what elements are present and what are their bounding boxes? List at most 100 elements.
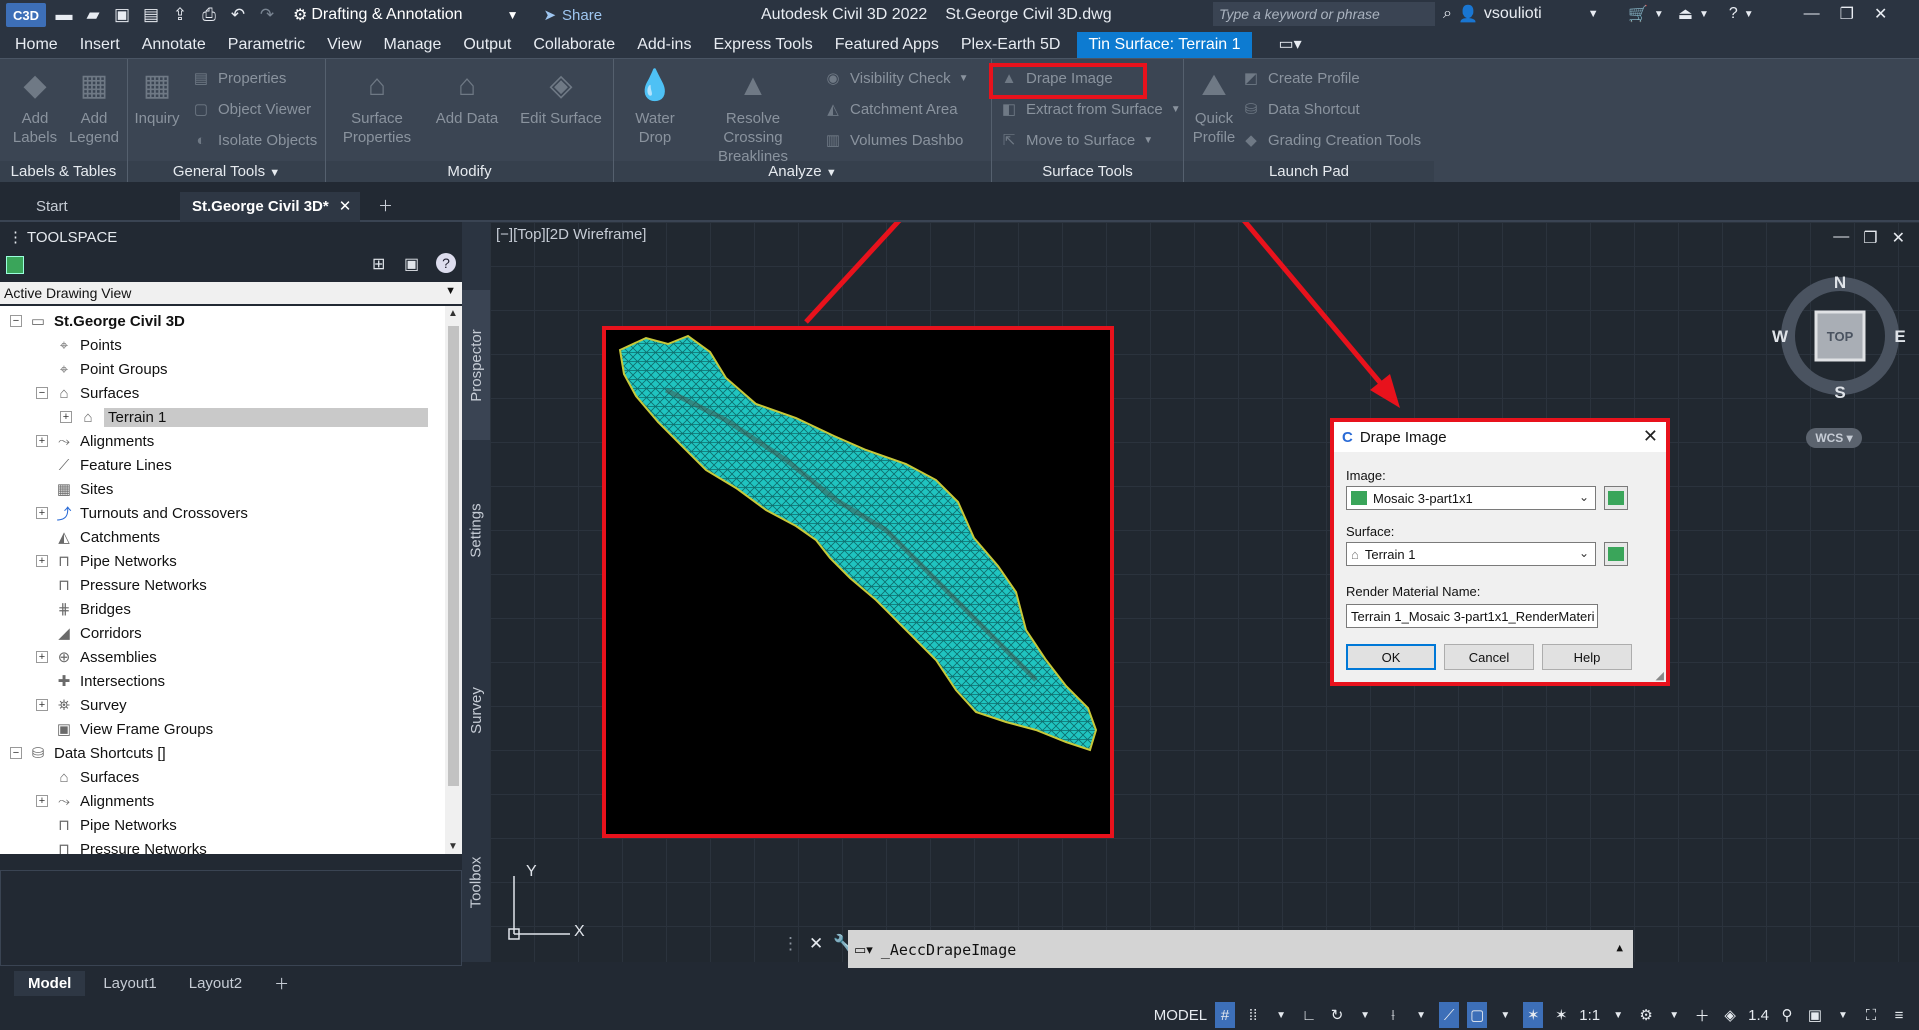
tab-drawing[interactable]: St.George Civil 3D* ✕ — [180, 192, 360, 222]
image-pick-button[interactable] — [1604, 486, 1628, 510]
tab-output[interactable]: Output — [452, 36, 522, 58]
volumes-dashboard-button[interactable]: ▥ Volumes Dashbo — [824, 131, 964, 150]
collapse-icon[interactable]: − — [10, 315, 22, 327]
new-file-icon[interactable]: ▬ — [53, 4, 75, 26]
help-icon[interactable]: ? — [436, 253, 456, 273]
quick-profile-button[interactable]: ⛰ Quick Profile — [1188, 59, 1240, 147]
resolve-crossing-breaklines-button[interactable]: ▲ Resolve Crossing Breaklines — [698, 59, 808, 166]
customize-icon[interactable]: ≡ — [1889, 1002, 1909, 1028]
tab-tin-surface[interactable]: Tin Surface: Terrain 1 — [1077, 32, 1252, 58]
resize-grip-icon[interactable]: ◢ — [1656, 669, 1664, 682]
panel-title[interactable]: Launch Pad — [1184, 161, 1434, 183]
tab-express-tools[interactable]: Express Tools — [702, 36, 823, 58]
tree-item-assemblies[interactable]: + ⊕ Assemblies — [36, 645, 157, 669]
tree-item-pressure-networks[interactable]: ⊓ Pressure Networks — [36, 573, 207, 597]
expand-icon[interactable]: + — [36, 555, 48, 567]
tab-model[interactable]: Model — [14, 970, 86, 996]
tab-settings[interactable]: Settings — [462, 460, 490, 600]
tree-item-ds-surfaces[interactable]: ⌂ Surfaces — [36, 765, 139, 789]
open-folder-icon[interactable]: ▰ — [82, 4, 104, 26]
grid-icon[interactable]: # — [1215, 1002, 1236, 1028]
isometric-icon[interactable]: ⟊ — [1383, 1002, 1403, 1028]
tab-parametric[interactable]: Parametric — [217, 36, 316, 58]
expand-icon[interactable]: + — [60, 411, 72, 423]
expand-icon[interactable]: + — [36, 435, 48, 447]
tree-item-corridors[interactable]: ◢ Corridors — [36, 621, 141, 645]
tree-item-view-frame-groups[interactable]: ▣ View Frame Groups — [36, 717, 213, 741]
add-labels-button[interactable]: ◆ Add Labels — [8, 59, 62, 147]
export-icon[interactable]: ⇪ — [169, 4, 191, 26]
tab-home[interactable]: Home — [4, 36, 69, 58]
cancel-button[interactable]: Cancel — [1444, 644, 1534, 670]
collapse-icon[interactable]: − — [36, 387, 48, 399]
extract-from-surface-button[interactable]: ◧ Extract from Surface ▼ — [1000, 100, 1181, 119]
tree-item-survey[interactable]: + ⛯ Survey — [36, 693, 127, 717]
water-drop-button[interactable]: 💧 Water Drop — [618, 59, 692, 147]
add-data-button[interactable]: ⌂ Add Data — [430, 59, 504, 128]
ok-button[interactable]: OK — [1346, 644, 1436, 670]
isolate-icon[interactable]: ⚲ — [1777, 1002, 1797, 1028]
tree-item-ds-pipe-networks[interactable]: ⊓ Pipe Networks — [36, 813, 177, 837]
panel-title[interactable]: Modify — [326, 161, 613, 183]
tree-item-catchments[interactable]: ◭ Catchments — [36, 525, 160, 549]
tree-item-points[interactable]: ⌖ Points — [36, 333, 122, 357]
chevron-down-icon[interactable]: ▼ — [1833, 1002, 1853, 1028]
object-snap-icon[interactable]: ▢ — [1467, 1002, 1488, 1028]
expand-icon[interactable]: + — [36, 651, 48, 663]
create-profile-button[interactable]: ◩ Create Profile — [1242, 69, 1360, 88]
close-icon[interactable]: ✕ — [339, 198, 352, 215]
chevron-down-icon[interactable]: ▼ — [1495, 1002, 1515, 1028]
expand-icon[interactable]: + — [36, 699, 48, 711]
civil-icon[interactable]: ▣ — [1805, 1002, 1825, 1028]
tab-add-ins[interactable]: Add-ins — [626, 36, 702, 58]
view-selector[interactable]: Active Drawing View ▼ — [0, 282, 462, 304]
chevron-down-icon[interactable]: ▼ — [1608, 1002, 1628, 1028]
collapse-icon[interactable]: − — [10, 747, 22, 759]
print-icon[interactable]: ⎙ — [198, 4, 220, 26]
add-layout-button[interactable]: ＋ — [260, 969, 303, 998]
properties-button[interactable]: ▤ Properties — [192, 69, 286, 88]
visibility-check-button[interactable]: ◉ Visibility Check ▼ — [824, 69, 968, 88]
tree-item-alignments[interactable]: + ⤳ Alignments — [36, 429, 154, 453]
panel-icon[interactable]: ▣ — [404, 254, 419, 274]
tree-item-terrain-1[interactable]: + ⌂ Terrain 1 — [60, 405, 428, 429]
workspace-gear-icon[interactable]: ⚙ — [1636, 1002, 1656, 1028]
panel-title[interactable]: Analyze ▼ — [614, 161, 991, 183]
object-snap-tracking-icon[interactable]: ⟋ — [1439, 1002, 1460, 1028]
render-material-input[interactable]: Terrain 1_Mosaic 3-part1x1_RenderMateri — [1346, 604, 1598, 628]
triangle-icon[interactable]: ⏏ — [1678, 4, 1693, 24]
snap-icon[interactable]: ⁞⁞ — [1243, 1002, 1263, 1028]
tab-prospector[interactable]: Prospector — [462, 290, 490, 440]
scrollbar-thumb[interactable] — [448, 326, 459, 786]
cart-icon[interactable]: 🛒 — [1628, 4, 1648, 24]
tree-item-point-groups[interactable]: ⌖ Point Groups — [36, 357, 168, 381]
search-input[interactable]: Type a keyword or phrase — [1213, 2, 1435, 26]
tree-item-turnouts[interactable]: + ⤴ Turnouts and Crossovers — [36, 501, 248, 525]
tab-start[interactable]: Start — [24, 192, 176, 222]
tab-survey[interactable]: Survey — [462, 620, 490, 800]
annotation-scale[interactable]: 1:1 — [1579, 1002, 1600, 1028]
move-to-surface-button[interactable]: ⇱ Move to Surface ▼ — [1000, 131, 1153, 150]
tab-insert[interactable]: Insert — [69, 36, 131, 58]
chevron-down-icon[interactable]: ▼ — [1355, 1002, 1375, 1028]
object-viewer-button[interactable]: ▢ Object Viewer — [192, 100, 311, 119]
surface-properties-button[interactable]: ⌂ Surface Properties — [340, 59, 414, 147]
drawing-canvas[interactable]: [−][Top][2D Wireframe] — ❐ ✕ N S W E TOP W… — [490, 222, 1919, 962]
expand-icon[interactable]: + — [36, 795, 48, 807]
tab-annotate[interactable]: Annotate — [131, 36, 217, 58]
isolate-objects-button[interactable]: ◐ Isolate Objects — [192, 131, 317, 149]
tree-item-sites[interactable]: ▦ Sites — [36, 477, 113, 501]
catchment-area-button[interactable]: ◭ Catchment Area — [824, 100, 957, 119]
app-logo[interactable]: C3D — [6, 3, 46, 27]
ortho-icon[interactable]: ∟ — [1299, 1002, 1319, 1028]
inquiry-button[interactable]: ▦ Inquiry — [130, 59, 184, 128]
annotation-visibility-icon[interactable]: ✶ — [1551, 1002, 1571, 1028]
zoom-value[interactable]: 1.4 — [1748, 1002, 1769, 1028]
expand-icon[interactable]: + — [36, 507, 48, 519]
data-shortcut-button[interactable]: ⛁ Data Shortcut — [1242, 100, 1360, 119]
model-space-toggle[interactable]: MODEL — [1154, 1002, 1207, 1028]
ribbon-minimize-icon[interactable]: ▭▾ — [1268, 34, 1313, 58]
tree-item-surfaces[interactable]: − ⌂ Surfaces — [36, 381, 139, 405]
polar-icon[interactable]: ↻ — [1327, 1002, 1347, 1028]
search-icon[interactable]: ⌕ — [1443, 5, 1452, 23]
